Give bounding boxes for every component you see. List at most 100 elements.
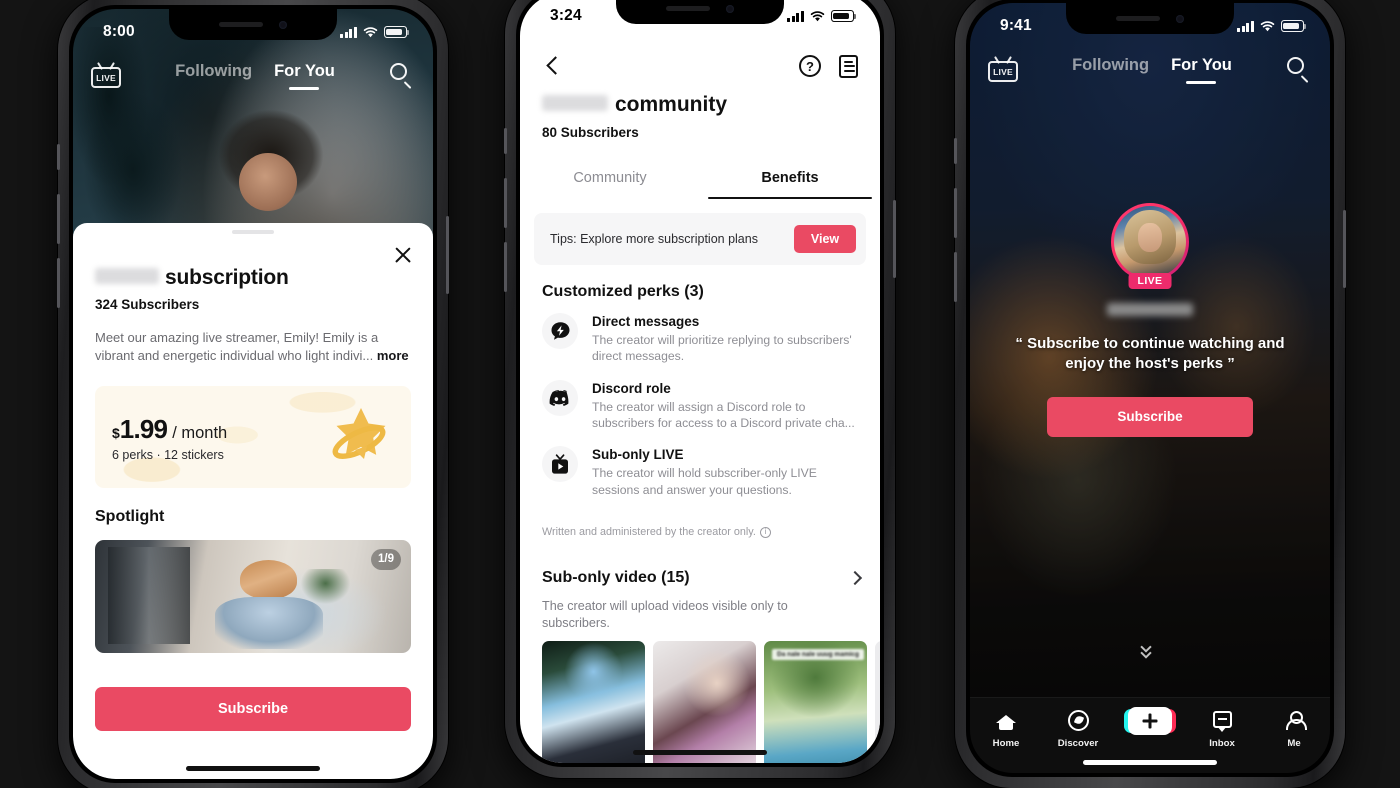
subscribe-button[interactable]: Subscribe <box>1047 396 1253 437</box>
volume-down-button[interactable] <box>954 252 957 302</box>
phone-bezel: 8:00 LIVE Following For You subscription… <box>69 5 437 783</box>
tab-create[interactable] <box>1114 707 1186 738</box>
help-circle-icon[interactable]: ? <box>799 55 821 77</box>
perk-row[interactable]: Direct messages The creator will priorit… <box>542 313 864 365</box>
status-indicators <box>1237 20 1307 32</box>
close-icon[interactable] <box>393 245 413 265</box>
spotlight-media-card[interactable]: 1/9 <box>95 539 411 653</box>
video-thumbnail[interactable] <box>653 641 756 763</box>
person-me-icon <box>1281 709 1307 733</box>
live-icon-label: LIVE <box>91 67 121 88</box>
front-camera <box>1176 14 1184 23</box>
back-chevron-icon[interactable] <box>542 55 564 77</box>
spotlight-heading: Spotlight <box>95 507 165 525</box>
volume-down-button[interactable] <box>57 258 60 308</box>
cellular-bars-icon <box>1237 20 1254 32</box>
sub-only-video-heading: Sub-only video (15) <box>542 569 690 586</box>
video-thumbnail[interactable] <box>542 641 645 763</box>
live-icon[interactable]: LIVE <box>988 56 1018 82</box>
nav-actions: ? <box>799 54 858 78</box>
avatar <box>1113 205 1187 279</box>
phone-middle: 3:24 ? community 80 Subscribers Communit… <box>504 0 896 778</box>
subscribe-gate-panel: LIVE “ Subscribe to continue watching an… <box>970 203 1330 437</box>
home-indicator[interactable] <box>1083 760 1217 765</box>
perk-description: The creator will prioritize replying to … <box>592 333 852 364</box>
device-notch <box>616 0 784 24</box>
phone-left: 8:00 LIVE Following For You subscription… <box>57 0 449 788</box>
compass-discover-icon <box>1065 709 1091 733</box>
community-tabs: Community Benefits <box>520 157 880 200</box>
battery-icon <box>1281 20 1307 32</box>
tab-me[interactable]: Me <box>1258 709 1330 749</box>
host-avatar-wrap[interactable]: LIVE <box>1111 203 1189 289</box>
drag-handle[interactable] <box>232 230 274 234</box>
home-indicator[interactable] <box>186 766 320 771</box>
device-notch <box>169 9 337 40</box>
home-indicator[interactable] <box>633 750 767 755</box>
star-planet-sticker <box>332 407 386 459</box>
video-thumbnail-peek[interactable] <box>875 641 880 763</box>
read-more-link[interactable]: more <box>377 348 409 363</box>
spotlight-plant <box>290 569 361 617</box>
status-time: 9:41 <box>1000 17 1032 34</box>
power-button[interactable] <box>893 200 896 278</box>
mute-switch[interactable] <box>57 144 60 170</box>
perk-description: The creator will assign a Discord role t… <box>592 399 855 431</box>
subscriber-count: 324 Subscribers <box>95 297 200 312</box>
community-subscriber-count: 80 Subscribers <box>542 125 639 140</box>
perks-disclaimer: Written and administered by the creator … <box>542 526 862 538</box>
video-thumbnail-caption: Da nale nale uuug mamicg <box>772 649 864 660</box>
plus-create-icon <box>1124 707 1176 735</box>
tab-following[interactable]: Following <box>1072 56 1149 83</box>
volume-up-button[interactable] <box>57 194 60 244</box>
tab-me-label: Me <box>1287 738 1301 749</box>
creator-description-text: Meet our amazing live streamer, Emily! E… <box>95 330 379 364</box>
perk-title: Sub-only LIVE <box>592 447 684 463</box>
price-currency: $ <box>112 424 120 441</box>
perk-row[interactable]: Discord role The creator will assign a D… <box>542 379 864 432</box>
cellular-bars-icon <box>787 10 804 22</box>
search-icon[interactable] <box>389 62 415 89</box>
power-button[interactable] <box>1343 210 1346 288</box>
cellular-bars-icon <box>340 26 357 38</box>
power-button[interactable] <box>446 216 449 294</box>
search-icon[interactable] <box>1286 56 1312 83</box>
sub-only-video-thumbnails: Da nale nale uuug mamicg <box>542 641 880 763</box>
document-icon[interactable] <box>839 54 858 78</box>
perk-title: Discord role <box>592 380 671 396</box>
video-thumbnail[interactable]: Da nale nale uuug mamicg <box>764 641 867 763</box>
tab-community[interactable]: Community <box>520 157 700 199</box>
community-title: community <box>542 93 727 117</box>
perk-description: The creator will hold subscriber-only LI… <box>592 466 817 497</box>
tab-discover[interactable]: Discover <box>1042 709 1114 749</box>
feed-tabs-right: Following For You <box>1018 56 1286 83</box>
tab-for-you[interactable]: For You <box>274 62 335 89</box>
live-icon[interactable]: LIVE <box>91 62 121 88</box>
avatar-face <box>1138 223 1162 253</box>
phone-right: 9:41 LIVE Following For You LIVE “ Subsc… <box>954 0 1346 788</box>
tab-following[interactable]: Following <box>175 62 252 89</box>
view-button[interactable]: View <box>794 225 856 253</box>
perk-row[interactable]: Sub-only LIVE The creator will hold subs… <box>542 446 864 498</box>
redacted-creator-name <box>542 95 608 111</box>
tab-benefits[interactable]: Benefits <box>700 157 880 200</box>
wifi-icon <box>1260 21 1275 32</box>
info-circle-icon[interactable]: i <box>759 526 771 538</box>
price-card[interactable]: $ 1.99 / month 6 perks · 12 stickers <box>95 385 411 488</box>
perk-body: Direct messages The creator will priorit… <box>592 313 864 365</box>
mute-switch[interactable] <box>954 138 957 164</box>
perks-list: Direct messages The creator will priorit… <box>542 313 864 513</box>
tab-inbox[interactable]: Inbox <box>1186 709 1258 749</box>
volume-up-button[interactable] <box>504 178 507 228</box>
double-chevron-down-icon[interactable] <box>1139 641 1161 661</box>
volume-up-button[interactable] <box>954 188 957 238</box>
subscribe-button[interactable]: Subscribe <box>95 687 411 731</box>
live-badge: LIVE <box>1128 273 1172 289</box>
volume-down-button[interactable] <box>504 242 507 292</box>
perk-body: Sub-only LIVE The creator will hold subs… <box>592 446 864 498</box>
tab-home[interactable]: Home <box>970 709 1042 749</box>
tab-for-you[interactable]: For You <box>1171 56 1232 83</box>
mute-switch[interactable] <box>504 128 507 154</box>
sub-only-video-header[interactable]: Sub-only video (15) <box>542 569 862 587</box>
chevron-right-icon[interactable] <box>848 571 862 585</box>
